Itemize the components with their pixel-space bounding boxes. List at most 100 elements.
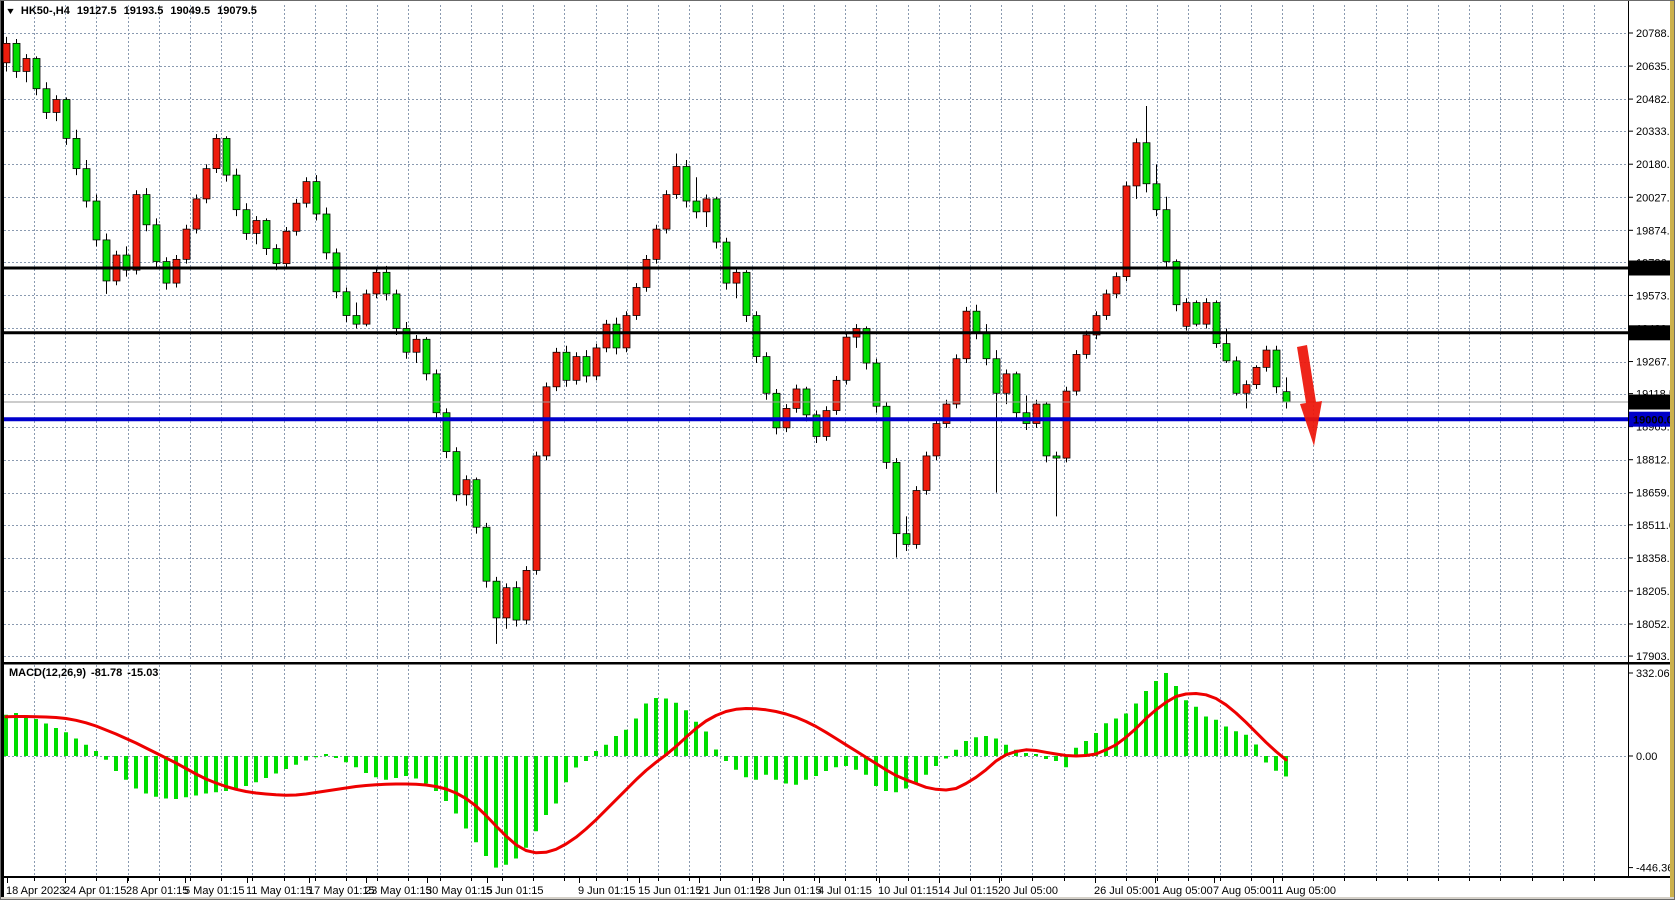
bull-candle (963, 311, 970, 359)
macd-bar (274, 756, 278, 774)
bear-candle (983, 333, 990, 359)
symbol-dropdown-icon[interactable]: ▼ (5, 6, 16, 16)
macd-bar (664, 699, 668, 757)
bear-candle (263, 220, 270, 248)
macd-bar (4, 715, 8, 756)
macd-bar (1224, 727, 1228, 757)
macd-bar (304, 756, 308, 761)
macd-bar (494, 756, 498, 868)
macd-bar (384, 756, 388, 780)
time-axis-label: 5 May 01:15 (184, 885, 245, 897)
bull-candle (253, 220, 260, 233)
bull-candle (1133, 143, 1140, 186)
bull-candle (643, 259, 650, 287)
window-right-edge (1670, 1, 1674, 897)
bear-candle (903, 534, 910, 545)
macd-axis-label: 332.06 (1636, 668, 1670, 680)
bear-candle (353, 316, 360, 325)
macd-bar (1084, 741, 1088, 756)
macd-bar (54, 728, 58, 756)
macd-axis-label: -446.36 (1636, 863, 1673, 875)
bear-candle (1053, 456, 1060, 458)
macd-bar (74, 739, 78, 757)
bull-candle (463, 480, 470, 495)
macd-bar (834, 756, 838, 767)
macd-bar (564, 756, 568, 782)
macd-bar (464, 756, 468, 829)
macd-bar (1214, 720, 1218, 756)
bear-candle (1153, 184, 1160, 210)
macd-bar (544, 756, 548, 815)
price-chart-canvas[interactable]: 20788.020635.020482.020333.520180.520027… (1, 1, 1675, 900)
macd-indicator-label: MACD(12,26,9)-81.78-15.03 (9, 667, 158, 679)
time-axis-label: 14 Jul 01:15 (938, 885, 998, 897)
macd-bar (324, 754, 328, 756)
bull-candle (213, 138, 220, 168)
time-axis-label: 21 Jun 01:15 (698, 885, 762, 897)
bull-candle (413, 339, 420, 352)
bull-candle (1203, 303, 1210, 325)
macd-bar (1184, 700, 1188, 756)
macd-bar (1044, 756, 1048, 759)
macd-bar (254, 756, 258, 782)
macd-bar (204, 756, 208, 794)
annotation-arrow[interactable] (1297, 345, 1322, 446)
bear-candle (693, 201, 700, 212)
macd-bar (1034, 754, 1038, 756)
bear-candle (343, 292, 350, 316)
bull-candle (173, 259, 180, 283)
bull-candle (833, 380, 840, 410)
horizontal-level-lines[interactable] (4, 268, 1628, 419)
bull-candle (653, 229, 660, 259)
macd-bar (1234, 731, 1238, 756)
macd-bar (994, 739, 998, 757)
bull-candle (733, 272, 740, 283)
macd-bar (64, 732, 68, 756)
bear-candle (153, 225, 160, 262)
price-axis: 20788.020635.020482.020333.520180.520027… (1628, 28, 1675, 663)
macd-bar (644, 704, 648, 757)
macd-bar (84, 745, 88, 756)
macd-bar (154, 756, 158, 797)
bear-candle (143, 195, 150, 225)
candlesticks (3, 37, 1290, 644)
bear-candle (1193, 303, 1200, 325)
macd-bar (754, 756, 758, 780)
macd-bar (714, 750, 718, 757)
macd-bar (874, 756, 878, 786)
macd-bar (1144, 691, 1148, 756)
macd-bar (634, 719, 638, 757)
macd-bar (454, 756, 458, 814)
bear-candle (1223, 344, 1230, 361)
bear-candle (1013, 374, 1020, 413)
macd-bar (924, 756, 928, 775)
bear-candle (563, 352, 570, 380)
bull-candle (533, 456, 540, 570)
bull-candle (823, 411, 830, 437)
bull-candle (183, 229, 190, 259)
macd-bar (824, 756, 828, 771)
macd-bar (724, 756, 728, 761)
bull-candle (293, 203, 300, 231)
time-axis-label: 4 Jul 01:15 (818, 885, 872, 897)
bear-candle (683, 166, 690, 201)
bull-candle (543, 387, 550, 456)
down-arrow-icon[interactable] (1297, 345, 1322, 446)
bull-candle (953, 359, 960, 404)
bull-candle (523, 570, 530, 620)
bull-candle (193, 199, 200, 229)
price-badge-label: 19079.5 (1633, 398, 1673, 410)
price-badge-label: 19400.0 (1633, 328, 1673, 340)
macd-bar (134, 756, 138, 789)
bull-candle (923, 456, 930, 491)
macd-bar (214, 756, 218, 792)
bull-candle (553, 352, 560, 387)
macd-bar (164, 756, 168, 799)
macd-bar (24, 716, 28, 756)
macd-bar (844, 756, 848, 766)
bear-candle (233, 175, 240, 210)
bull-candle (1073, 354, 1080, 391)
bull-candle (373, 272, 380, 294)
bull-candle (1253, 367, 1260, 384)
quote-bar: ▼HK50-,H419127.519193.519049.519079.5 (6, 5, 257, 17)
